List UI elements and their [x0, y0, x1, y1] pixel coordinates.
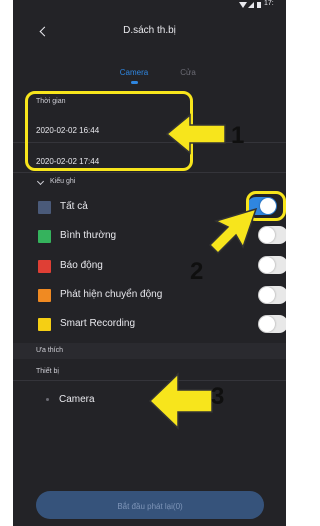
annotation-number-1: 1 [231, 122, 245, 149]
record-type-header[interactable]: Kiểu ghi [36, 177, 156, 190]
phone-screen: 17: D.sách th.bị Camera Cửa Thời gian 20… [13, 0, 286, 526]
annotation-arrow-1 [165, 113, 226, 155]
signal-icon [248, 2, 254, 8]
device-camera-label: Camera [59, 394, 95, 405]
swatch-all [38, 201, 51, 214]
swatch-alarm [38, 260, 51, 273]
record-item-alarm[interactable] [13, 256, 286, 278]
record-item-smart-label: Smart Recording [60, 318, 136, 329]
expand-dot-icon [46, 398, 49, 401]
page-title: D.sách th.bị [123, 25, 176, 36]
toggle-alarm[interactable] [258, 256, 286, 274]
wifi-icon [239, 2, 247, 8]
toggle-knob [259, 257, 275, 273]
devices-label: Thiết bị [36, 368, 59, 375]
toggle-smart[interactable] [258, 315, 286, 333]
status-bar: 17: [13, 0, 286, 12]
tab-door[interactable]: Cửa [173, 62, 203, 80]
toggle-motion[interactable] [258, 286, 286, 304]
annotation-arrow-2 [208, 207, 258, 255]
start-playback-label: Bắt đầu phát lại(0) [117, 502, 183, 511]
battery-icon [257, 2, 261, 8]
tab-indicator [131, 81, 138, 84]
tab-door-label: Cửa [180, 68, 196, 77]
favorites-label: Ưa thích [36, 347, 63, 354]
status-time: 17: [264, 0, 274, 7]
favorites-section: Ưa thích [13, 343, 286, 359]
annotation-number-3: 3 [211, 383, 225, 410]
swatch-smart [38, 318, 51, 331]
swatch-motion [38, 289, 51, 302]
record-item-motion-label: Phát hiện chuyển động [60, 289, 163, 300]
toggle-normal[interactable] [258, 226, 286, 244]
annotation-arrow-3 [148, 372, 213, 430]
swatch-normal [38, 230, 51, 243]
start-playback-button[interactable]: Bắt đầu phát lại(0) [36, 491, 264, 519]
chevron-down-icon [36, 177, 45, 186]
tab-camera[interactable]: Camera [109, 62, 159, 80]
record-item-normal-label: Bình thường [60, 230, 117, 241]
record-item-all-label: Tất cả [60, 201, 88, 212]
annotation-number-2: 2 [190, 258, 204, 285]
record-item-alarm-label: Báo động [60, 260, 103, 271]
record-item-smart[interactable] [13, 315, 286, 337]
toggle-knob [259, 287, 275, 303]
record-type-label: Kiểu ghi [50, 178, 76, 185]
tab-camera-label: Camera [119, 68, 149, 77]
toggle-knob [259, 227, 275, 243]
toggle-knob [259, 316, 275, 332]
